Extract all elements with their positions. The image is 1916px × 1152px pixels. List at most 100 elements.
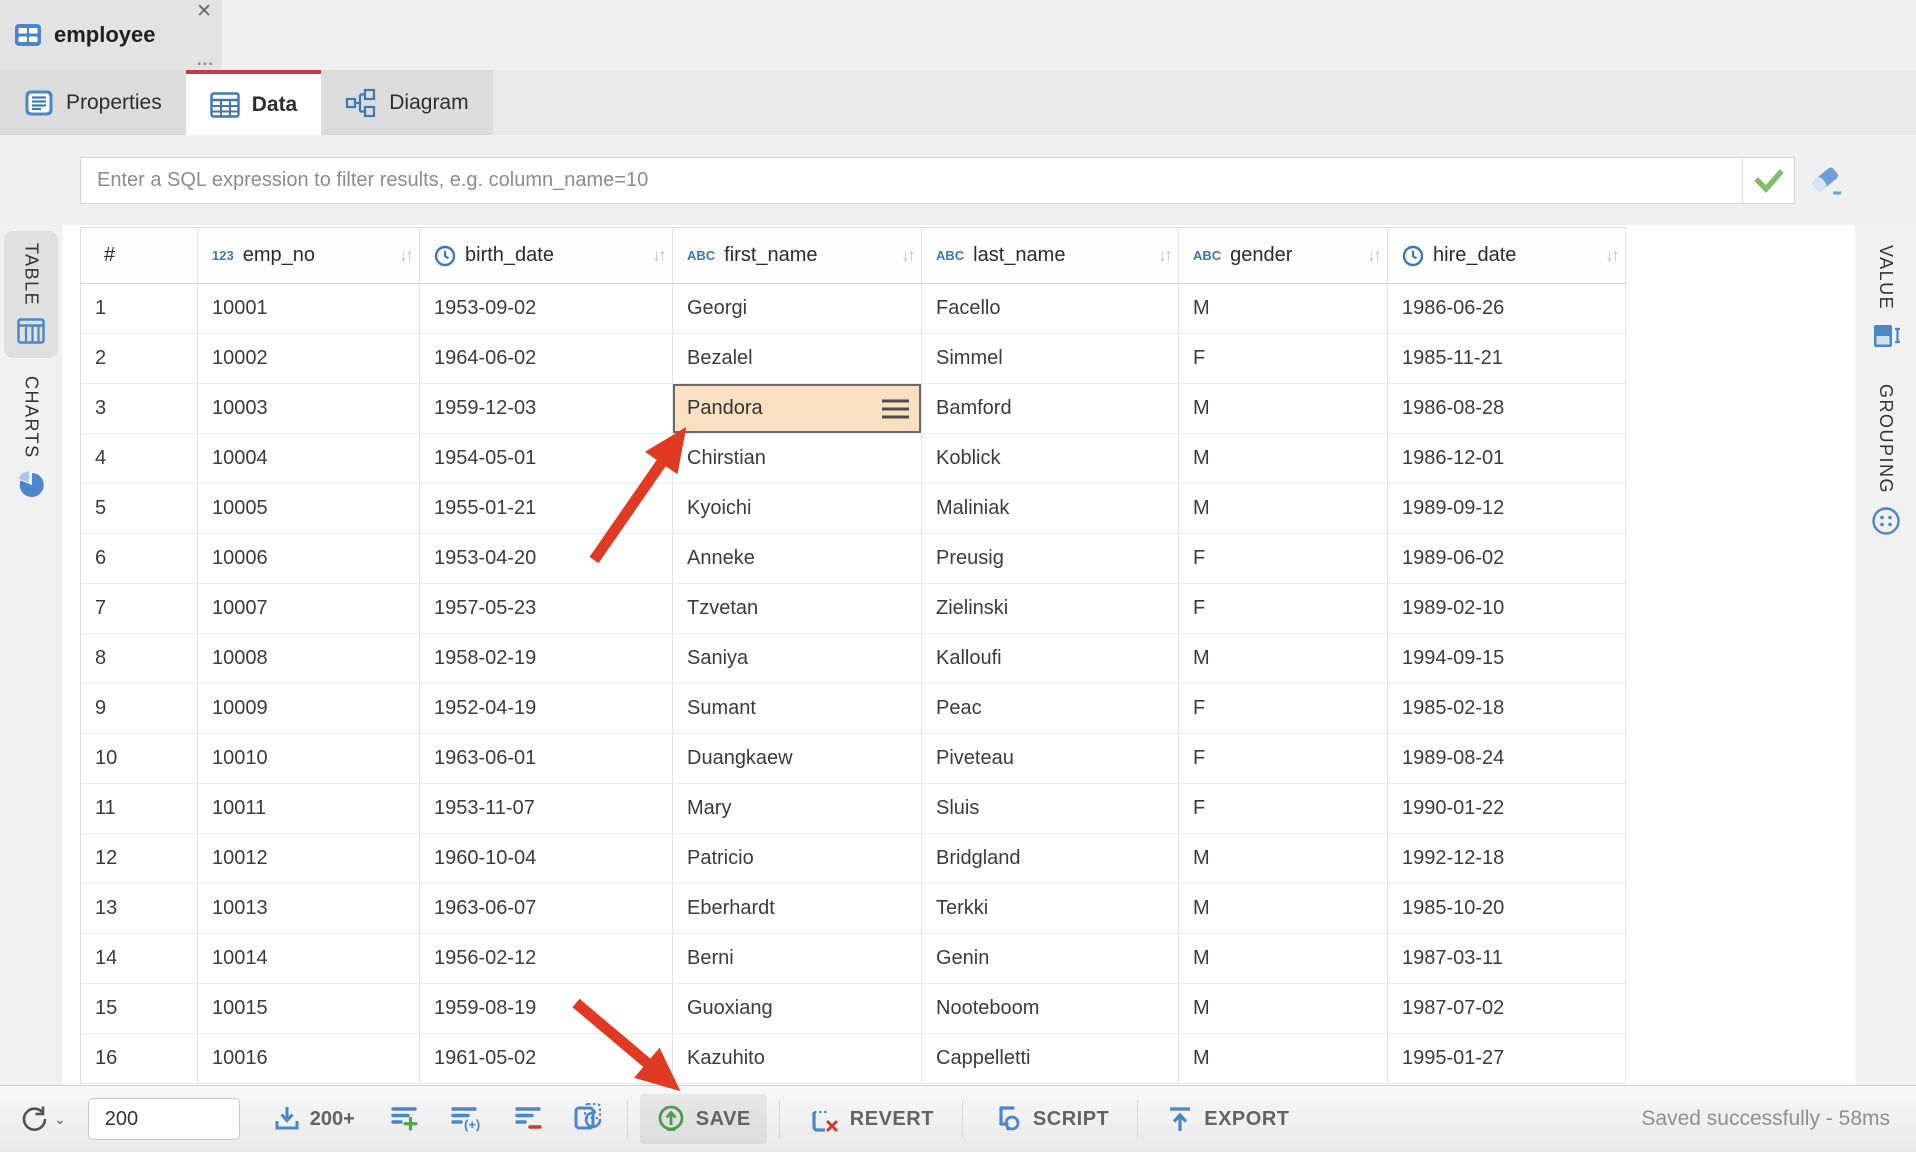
row-number-cell[interactable]: 15 (81, 984, 198, 1033)
data-cell[interactable]: 1953-04-20 (420, 534, 673, 583)
data-cell[interactable]: 1987-07-02 (1388, 984, 1626, 1033)
fetch-more-button[interactable]: 200+ (272, 1104, 355, 1134)
column-header-gender[interactable]: ABCgender↓↑ (1179, 228, 1388, 283)
data-cell[interactable]: 10003 (198, 384, 420, 433)
data-cell[interactable]: Simmel (922, 334, 1179, 383)
data-cell[interactable]: Facello (922, 284, 1179, 333)
data-cell[interactable]: Sumant (673, 684, 922, 733)
data-cell[interactable]: 10001 (198, 284, 420, 333)
data-cell[interactable]: 1985-10-20 (1388, 884, 1626, 933)
data-cell[interactable]: Eberhardt (673, 884, 922, 933)
data-cell[interactable]: F (1179, 534, 1388, 583)
chevron-down-icon[interactable]: ⌄ (54, 1111, 66, 1128)
data-cell[interactable]: 10011 (198, 784, 420, 833)
data-cell[interactable]: Bezalel (673, 334, 922, 383)
data-cell[interactable]: F (1179, 784, 1388, 833)
data-cell[interactable]: Koblick (922, 434, 1179, 483)
data-cell[interactable]: M (1179, 284, 1388, 333)
row-number-cell[interactable]: 2 (81, 334, 198, 383)
sort-icon[interactable]: ↓↑ (644, 245, 664, 266)
data-cell[interactable]: F (1179, 334, 1388, 383)
row-number-cell[interactable]: 11 (81, 784, 198, 833)
data-cell[interactable]: Mary (673, 784, 922, 833)
row-number-cell[interactable]: 3 (81, 384, 198, 433)
script-button[interactable]: SCRIPT (975, 1094, 1125, 1144)
data-cell[interactable]: Piveteau (922, 734, 1179, 783)
delete-row-button[interactable] (513, 1102, 543, 1137)
row-number-cell[interactable]: 12 (81, 834, 198, 883)
data-cell[interactable]: F (1179, 734, 1388, 783)
revert-button[interactable]: REVERT (792, 1094, 950, 1144)
data-cell[interactable]: M (1179, 484, 1388, 533)
data-cell[interactable]: Duangkaew (673, 734, 922, 783)
row-number-cell[interactable]: 1 (81, 284, 198, 333)
data-cell[interactable]: Cappelletti (922, 1034, 1179, 1083)
data-cell[interactable]: 1959-12-03 (420, 384, 673, 433)
data-cell[interactable]: 1986-12-01 (1388, 434, 1626, 483)
refresh-button[interactable] (18, 1103, 50, 1135)
data-cell[interactable]: 1958-02-19 (420, 634, 673, 683)
data-cell[interactable]: Bamford (922, 384, 1179, 433)
selected-cell[interactable]: Pandora (673, 384, 922, 433)
data-cell[interactable]: F (1179, 584, 1388, 633)
column-header-emp_no[interactable]: 123emp_no↓↑ (198, 228, 420, 283)
data-cell[interactable]: 1957-05-23 (420, 584, 673, 633)
data-cell[interactable]: Georgi (673, 284, 922, 333)
data-cell[interactable]: 1953-11-07 (420, 784, 673, 833)
data-cell[interactable]: Tzvetan (673, 584, 922, 633)
tab-properties[interactable]: Properties (0, 70, 186, 135)
data-cell[interactable]: 1955-01-21 (420, 484, 673, 533)
data-cell[interactable]: 1987-03-11 (1388, 934, 1626, 983)
data-cell[interactable]: 10013 (198, 884, 420, 933)
data-cell[interactable]: Patricio (673, 834, 922, 883)
apply-filter-button[interactable] (1742, 158, 1794, 203)
data-cell[interactable]: 10002 (198, 334, 420, 383)
data-cell[interactable]: M (1179, 434, 1388, 483)
data-cell[interactable]: 1985-11-21 (1388, 334, 1626, 383)
data-cell[interactable]: 1995-01-27 (1388, 1034, 1626, 1083)
column-header-hire_date[interactable]: hire_date↓↑ (1388, 228, 1626, 283)
data-cell[interactable]: 1986-08-28 (1388, 384, 1626, 433)
data-cell[interactable]: 1989-06-02 (1388, 534, 1626, 583)
data-cell[interactable]: Peac (922, 684, 1179, 733)
data-cell[interactable]: 1954-05-01 (420, 434, 673, 483)
data-cell[interactable]: 10008 (198, 634, 420, 683)
data-cell[interactable]: Terkki (922, 884, 1179, 933)
data-cell[interactable]: Kyoichi (673, 484, 922, 533)
data-cell[interactable]: 1985-02-18 (1388, 684, 1626, 733)
column-header-last_name[interactable]: ABClast_name↓↑ (922, 228, 1179, 283)
panel-tab-grouping[interactable]: GROUPING (1859, 372, 1912, 550)
data-cell[interactable]: 10004 (198, 434, 420, 483)
data-cell[interactable]: 10014 (198, 934, 420, 983)
data-cell[interactable]: M (1179, 634, 1388, 683)
close-icon[interactable]: ✕ (196, 2, 212, 21)
data-cell[interactable]: Saniya (673, 634, 922, 683)
data-cell[interactable]: 10006 (198, 534, 420, 583)
data-cell[interactable]: 10015 (198, 984, 420, 1033)
data-cell[interactable]: Maliniak (922, 484, 1179, 533)
data-cell[interactable]: M (1179, 1034, 1388, 1083)
data-cell[interactable]: Bridgland (922, 834, 1179, 883)
data-cell[interactable]: Guoxiang (673, 984, 922, 1033)
column-header-rownum[interactable]: # (81, 228, 198, 283)
data-cell[interactable]: Preusig (922, 534, 1179, 583)
sort-icon[interactable]: ↓↑ (1359, 245, 1379, 266)
row-number-cell[interactable]: 13 (81, 884, 198, 933)
panel-tab-table[interactable]: TABLE (4, 231, 58, 358)
tab-diagram[interactable]: Diagram (321, 70, 492, 135)
save-button[interactable]: SAVE (640, 1094, 767, 1144)
row-number-cell[interactable]: 5 (81, 484, 198, 533)
data-cell[interactable]: 10012 (198, 834, 420, 883)
data-cell[interactable]: M (1179, 834, 1388, 883)
data-cell[interactable]: 1960-10-04 (420, 834, 673, 883)
data-cell[interactable]: 1994-09-15 (1388, 634, 1626, 683)
row-number-cell[interactable]: 10 (81, 734, 198, 783)
data-cell[interactable]: Chirstian (673, 434, 922, 483)
data-cell[interactable]: M (1179, 384, 1388, 433)
row-number-cell[interactable]: 8 (81, 634, 198, 683)
row-number-cell[interactable]: 9 (81, 684, 198, 733)
cell-menu-icon[interactable] (882, 399, 909, 418)
refresh-row-button[interactable] (573, 1102, 605, 1137)
data-cell[interactable]: 1956-02-12 (420, 934, 673, 983)
clear-filter-button[interactable] (1809, 163, 1845, 199)
